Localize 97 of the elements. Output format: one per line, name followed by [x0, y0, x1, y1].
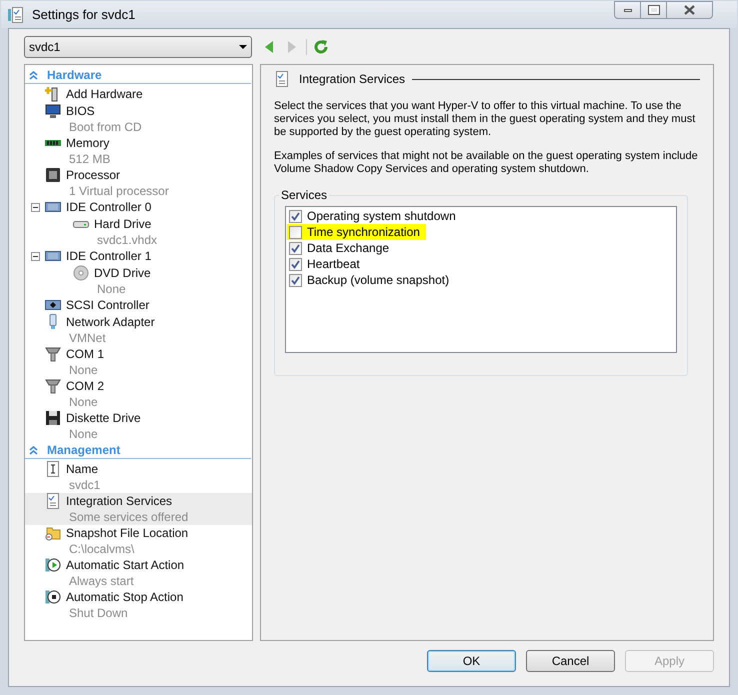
- service-checkbox-row[interactable]: Heartbeat: [287, 256, 366, 272]
- checkmark-icon: [291, 212, 300, 220]
- maximize-button[interactable]: [641, 1, 667, 19]
- item-label: IDE Controller 0: [66, 199, 152, 216]
- item-label: IDE Controller 1: [66, 248, 152, 265]
- tree-item[interactable]: BIOS Boot from CD: [25, 103, 252, 135]
- item-label: Processor: [66, 167, 120, 184]
- item-detail: None: [69, 426, 98, 443]
- window-title: Settings for svdc1: [32, 6, 136, 24]
- tree-item[interactable]: DVD Drive None: [25, 265, 252, 297]
- service-checkbox-row[interactable]: Time synchronization: [287, 224, 426, 240]
- tree-item[interactable]: COM 2 None: [25, 378, 252, 410]
- item-detail: 512 MB: [69, 151, 110, 168]
- service-checkbox-row[interactable]: Backup (volume snapshot): [287, 272, 456, 288]
- item-label: BIOS: [66, 103, 95, 120]
- controller-card-icon: [45, 297, 61, 313]
- item-label: Snapshot File Location: [66, 525, 188, 542]
- item-detail: Always start: [69, 573, 134, 590]
- tree-item[interactable]: Snapshot File Location C:\localvms\: [25, 525, 252, 557]
- item-label: Name: [66, 461, 98, 478]
- checkbox[interactable]: [289, 226, 302, 238]
- tree-item[interactable]: COM 1 None: [25, 346, 252, 378]
- controller-card-icon: [45, 248, 61, 264]
- item-detail: 1 Virtual processor: [69, 183, 169, 200]
- group-title: Services: [279, 188, 330, 202]
- close-button[interactable]: [667, 1, 713, 19]
- dialog-button[interactable]: Cancel: [526, 650, 615, 672]
- checkbox[interactable]: [289, 210, 302, 222]
- item-detail: Some services offered: [69, 509, 188, 526]
- item-label: Integration Services: [66, 493, 172, 510]
- item-label: Add Hardware: [66, 86, 143, 103]
- item-detail: C:\localvms\: [69, 541, 134, 558]
- refresh-button[interactable]: [313, 39, 329, 55]
- item-detail: VMNet: [69, 330, 106, 347]
- tree-item[interactable]: Integration Services Some services offered: [25, 493, 252, 525]
- item-label: Automatic Start Action: [66, 557, 184, 574]
- tree-item[interactable]: Automatic Stop Action Shut Down: [25, 589, 252, 621]
- item-detail: None: [69, 394, 98, 411]
- serial-port-icon: [45, 346, 61, 362]
- play-icon: [45, 557, 61, 573]
- panel-title: Integration Services: [299, 71, 406, 88]
- minimize-button[interactable]: [614, 1, 641, 19]
- tree-item[interactable]: Network Adapter VMNet: [25, 314, 252, 346]
- item-label: Hard Drive: [94, 216, 152, 233]
- checklist-icon: [45, 493, 61, 509]
- folder-icon: [45, 525, 61, 541]
- tree-item[interactable]: Memory 512 MB: [25, 135, 252, 167]
- item-label: COM 2: [66, 378, 104, 395]
- checkbox[interactable]: [289, 274, 302, 286]
- item-detail: svdc1.vhdx: [97, 232, 158, 249]
- item-detail: Boot from CD: [69, 119, 142, 136]
- service-checkbox-row[interactable]: Data Exchange: [287, 240, 396, 256]
- checkbox[interactable]: [289, 258, 302, 270]
- item-label: Memory: [66, 135, 110, 152]
- service-checkbox-row[interactable]: Operating system shutdown: [287, 208, 462, 224]
- tree-item[interactable]: IDE Controller 0: [25, 199, 252, 216]
- tree-item[interactable]: Automatic Start Action Always start: [25, 557, 252, 589]
- item-label: DVD Drive: [94, 265, 151, 282]
- controller-card-icon: [45, 199, 61, 215]
- back-arrow-icon: [265, 41, 273, 53]
- tree-item[interactable]: Diskette Drive None: [25, 410, 252, 442]
- forward-arrow-icon: [288, 41, 296, 53]
- item-label: SCSI Controller: [66, 297, 150, 314]
- close-icon: [684, 5, 695, 15]
- description-text: Examples of services that might not be available on the guest operating system include Volume Shadow Copy Services and operating system shutdown.: [274, 150, 698, 176]
- collapse-icon[interactable]: [30, 202, 40, 212]
- stop-icon: [45, 589, 61, 605]
- item-detail: svdc1: [69, 477, 100, 494]
- item-label: COM 1: [66, 346, 104, 363]
- checklist-icon: [8, 6, 24, 22]
- item-label: Automatic Stop Action: [66, 589, 184, 606]
- tree-item[interactable]: IDE Controller 1: [25, 248, 252, 265]
- checkbox[interactable]: [289, 242, 302, 254]
- tree-item[interactable]: Processor 1 Virtual processor: [25, 167, 252, 199]
- item-detail: Shut Down: [69, 605, 128, 622]
- serial-port-icon: [45, 378, 61, 394]
- dialog-button[interactable]: OK: [427, 650, 516, 672]
- vm-dropdown[interactable]: svdc1: [24, 36, 252, 58]
- text-cursor-icon: [45, 461, 61, 477]
- monitor-icon: [45, 103, 61, 119]
- item-label: Network Adapter: [66, 314, 155, 331]
- collapse-chevrons-icon: [29, 70, 38, 80]
- tree-item[interactable]: Name svdc1: [25, 461, 252, 493]
- item-label: Diskette Drive: [66, 410, 141, 427]
- tree-item[interactable]: SCSI Controller: [25, 297, 252, 314]
- processor-chip-icon: [45, 167, 61, 183]
- refresh-icon: [313, 39, 329, 55]
- tree-item[interactable]: Add Hardware: [25, 86, 252, 103]
- item-detail: None: [97, 281, 126, 298]
- description-text: Select the services that you want Hyper-V to offer to this virtual machine. To use the services you select, you must install them in the guest operating system and they must be supported by the guest operating system.: [274, 100, 696, 139]
- checklist-icon: [274, 71, 290, 87]
- tree-item[interactable]: Hard Drive svdc1.vhdx: [25, 216, 252, 248]
- collapse-icon[interactable]: [30, 252, 40, 260]
- dropdown-arrow-icon: [239, 45, 247, 49]
- disc-icon: [73, 265, 89, 281]
- collapse-chevrons-icon: [29, 446, 38, 454]
- item-detail: None: [69, 362, 98, 379]
